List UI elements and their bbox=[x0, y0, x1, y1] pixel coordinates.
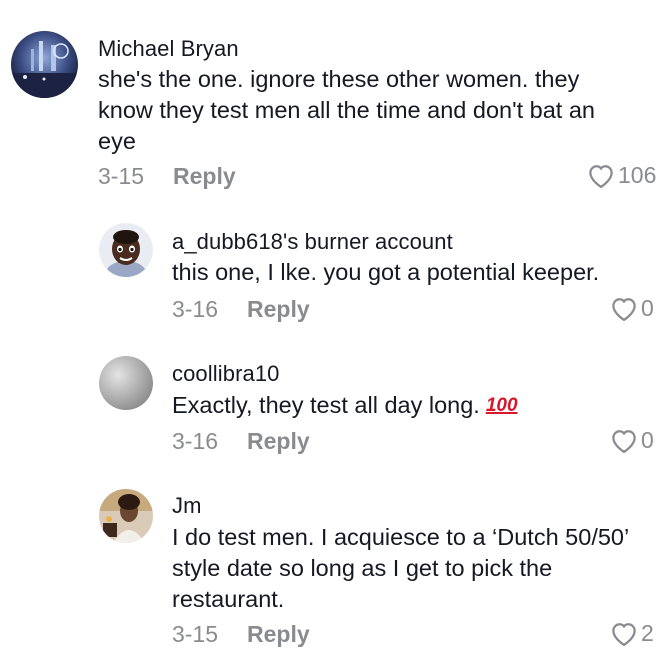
comment-username[interactable]: Michael Bryan bbox=[98, 36, 239, 62]
heart-outline-icon bbox=[612, 623, 636, 646]
avatar[interactable] bbox=[99, 223, 153, 277]
avatar-image bbox=[99, 223, 153, 277]
comment-text-line: I do test men. I acquiesce to a ‘Dutch 5… bbox=[172, 524, 630, 550]
avatar[interactable] bbox=[11, 31, 78, 98]
avatar-image bbox=[99, 489, 153, 543]
heart-outline-icon bbox=[612, 298, 636, 321]
comment-text-line: Exactly, they test all day long. 100 bbox=[172, 390, 518, 424]
like-button[interactable]: 0 bbox=[609, 294, 654, 322]
reply-button[interactable]: Reply bbox=[247, 621, 310, 648]
like-button[interactable]: 0 bbox=[609, 426, 654, 454]
heart-outline-icon bbox=[589, 165, 613, 188]
heart-outline-icon bbox=[612, 430, 636, 453]
hundred-points-emoji-icon: 100 bbox=[485, 395, 518, 416]
comment-text-line: style date so long as I get to pick the bbox=[172, 555, 553, 581]
comment-text-line: eye bbox=[98, 128, 136, 154]
like-count: 0 bbox=[641, 294, 654, 321]
comment-date: 3-15 bbox=[98, 163, 145, 189]
comment-text-line: she's the one. ignore these other women.… bbox=[98, 66, 580, 92]
comment-date: 3-16 bbox=[172, 428, 219, 454]
comment-text-line: know they test men all the time and don'… bbox=[98, 97, 595, 123]
comment-username[interactable]: Jm bbox=[172, 493, 202, 519]
comment-text: Exactly, they test all day long. bbox=[172, 392, 480, 418]
comment-text-line: this one, I lke. you got a potential kee… bbox=[172, 259, 600, 285]
avatar-image bbox=[99, 356, 153, 410]
like-count: 106 bbox=[618, 161, 657, 188]
reply-button[interactable]: Reply bbox=[173, 163, 236, 190]
comment-username[interactable]: a_dubb618's burner account bbox=[172, 229, 453, 255]
like-count: 2 bbox=[641, 619, 654, 646]
comment-date: 3-16 bbox=[172, 296, 219, 322]
like-count: 0 bbox=[641, 426, 654, 453]
avatar[interactable] bbox=[99, 356, 153, 410]
avatar[interactable] bbox=[99, 489, 153, 543]
like-button[interactable]: 2 bbox=[609, 619, 654, 647]
like-button[interactable]: 106 bbox=[586, 161, 656, 189]
avatar-image bbox=[11, 31, 78, 98]
reply-button[interactable]: Reply bbox=[247, 296, 310, 323]
comment-text-line: restaurant. bbox=[172, 586, 285, 612]
comment-username[interactable]: coollibra10 bbox=[172, 361, 280, 387]
comment-date: 3-15 bbox=[172, 621, 219, 647]
reply-button[interactable]: Reply bbox=[247, 428, 310, 455]
